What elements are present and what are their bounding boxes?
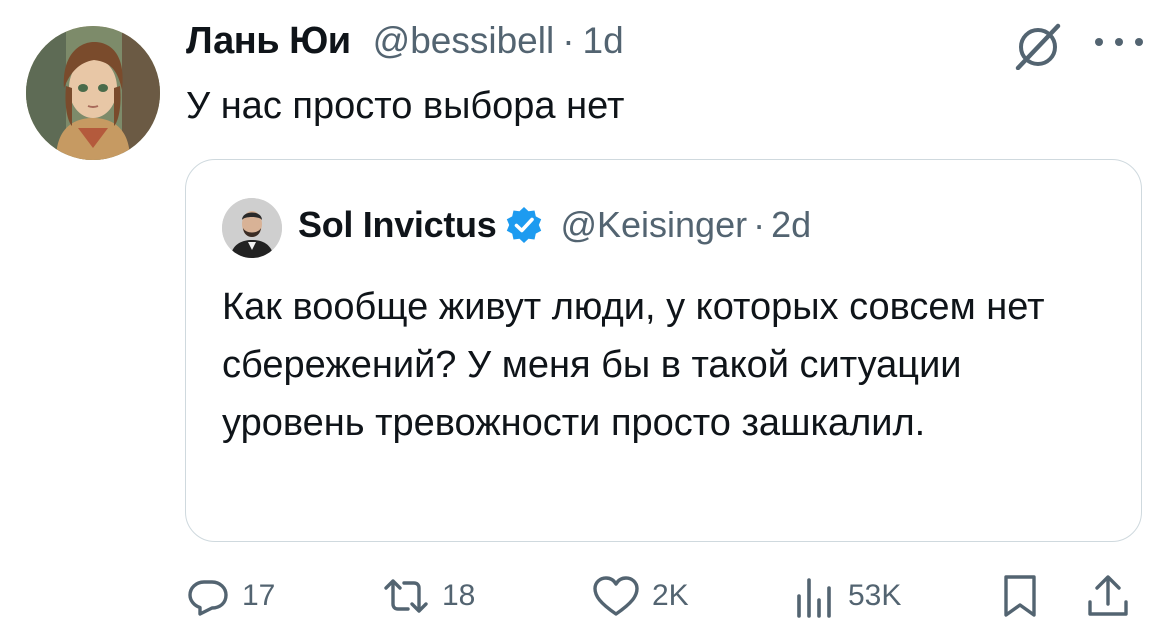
views-icon	[797, 578, 831, 618]
separator-dot: ·	[562, 20, 575, 61]
tweet-text: У нас просто выбора нет	[186, 85, 625, 127]
reply-button[interactable]: 17	[186, 568, 275, 624]
like-icon	[593, 576, 639, 616]
quoted-timestamp[interactable]: 2d	[771, 204, 811, 246]
views-button[interactable]: 53K	[792, 568, 901, 624]
share-icon	[1088, 575, 1128, 616]
grok-icon[interactable]	[1012, 22, 1064, 71]
quoted-user-handle[interactable]: @Keisinger	[560, 204, 747, 246]
share-button[interactable]	[1086, 568, 1130, 624]
tweet-header: Лань Юи @bessibell · 1d	[186, 20, 624, 63]
quoted-tweet-text: Как вообще живут люди, у которых совсем …	[222, 286, 1045, 444]
views-count: 53K	[848, 579, 902, 612]
quoted-tweet[interactable]: Sol Invictus @Keisinger · 2d Как вообще …	[185, 159, 1142, 542]
repost-button[interactable]: 18	[382, 568, 475, 624]
bookmark-icon	[1004, 575, 1036, 617]
like-count: 2K	[652, 579, 689, 612]
separator-dot: ·	[753, 204, 766, 245]
verified-badge-icon	[507, 207, 542, 243]
display-name[interactable]: Лань Юи	[186, 20, 351, 63]
repost-icon	[384, 579, 428, 613]
reply-count: 17	[242, 579, 276, 612]
quoted-tweet-header: Sol Invictus @Keisinger · 2d	[298, 204, 811, 246]
more-dot	[1095, 38, 1103, 46]
user-handle[interactable]: @bessibell	[373, 20, 555, 62]
like-button[interactable]: 2K	[592, 568, 689, 624]
reply-icon	[188, 580, 228, 616]
action-bar: 17 18 2K 53K	[186, 568, 1146, 624]
repost-count: 18	[442, 579, 476, 612]
more-dot	[1115, 38, 1123, 46]
bookmark-button[interactable]	[998, 568, 1042, 624]
quoted-user-avatar[interactable]	[222, 198, 282, 258]
quoted-display-name[interactable]: Sol Invictus	[298, 204, 497, 246]
more-dot	[1135, 38, 1143, 46]
user-avatar[interactable]	[26, 26, 160, 160]
more-icon[interactable]	[1095, 30, 1143, 54]
timestamp[interactable]: 1d	[583, 20, 624, 62]
